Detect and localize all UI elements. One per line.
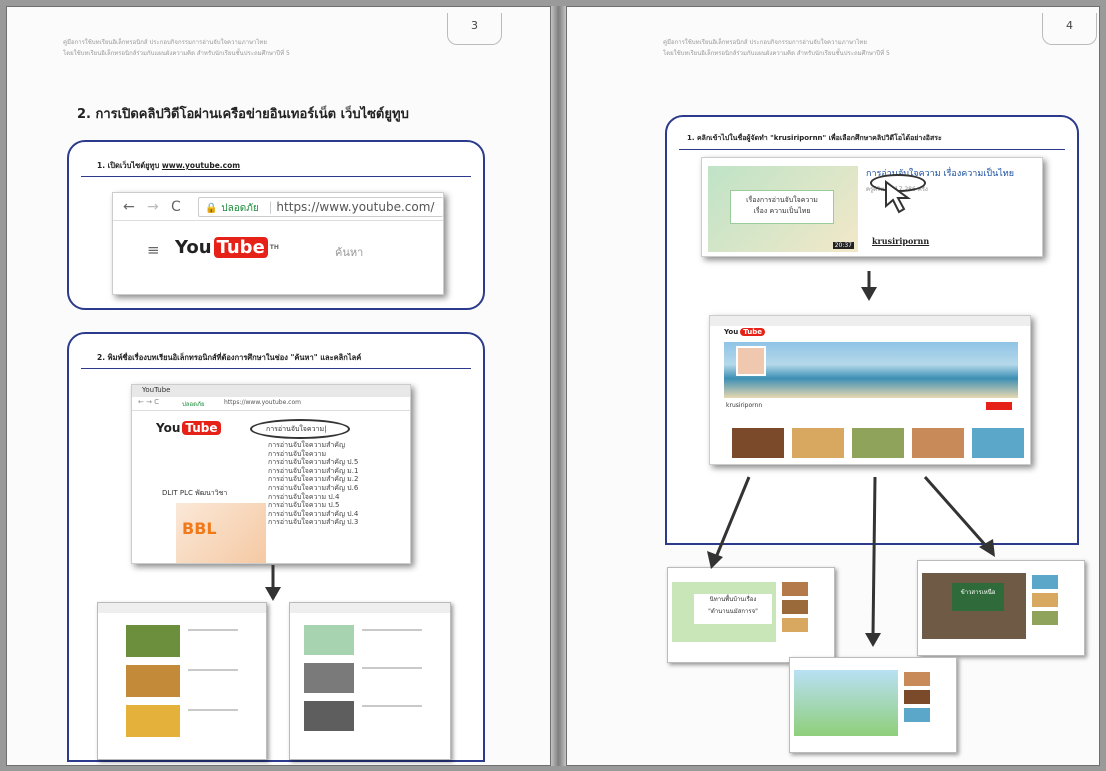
document-spread: คู่มือการใช้บทเรียนอิเล็กทรอนิกส์ ประกอบ…	[0, 0, 1106, 771]
lesson-arrow-1	[715, 476, 751, 556]
left-page: คู่มือการใช้บทเรียนอิเล็กทรอนิกส์ ประกอบ…	[6, 6, 551, 766]
book-gutter	[551, 6, 566, 766]
right-page: คู่มือการใช้บทเรียนอิเล็กทรอนิกส์ ประกอบ…	[566, 6, 1100, 766]
lesson-arrow-1-head	[707, 551, 723, 569]
left-arrows	[265, 565, 281, 601]
lesson-arrow-2-head	[865, 633, 881, 647]
down-arrow-head	[265, 587, 281, 601]
channel-arrow-head	[861, 287, 877, 301]
lesson-arrow-2	[871, 476, 877, 636]
right-arrows	[707, 271, 995, 647]
lesson-arrow-3	[923, 476, 989, 548]
